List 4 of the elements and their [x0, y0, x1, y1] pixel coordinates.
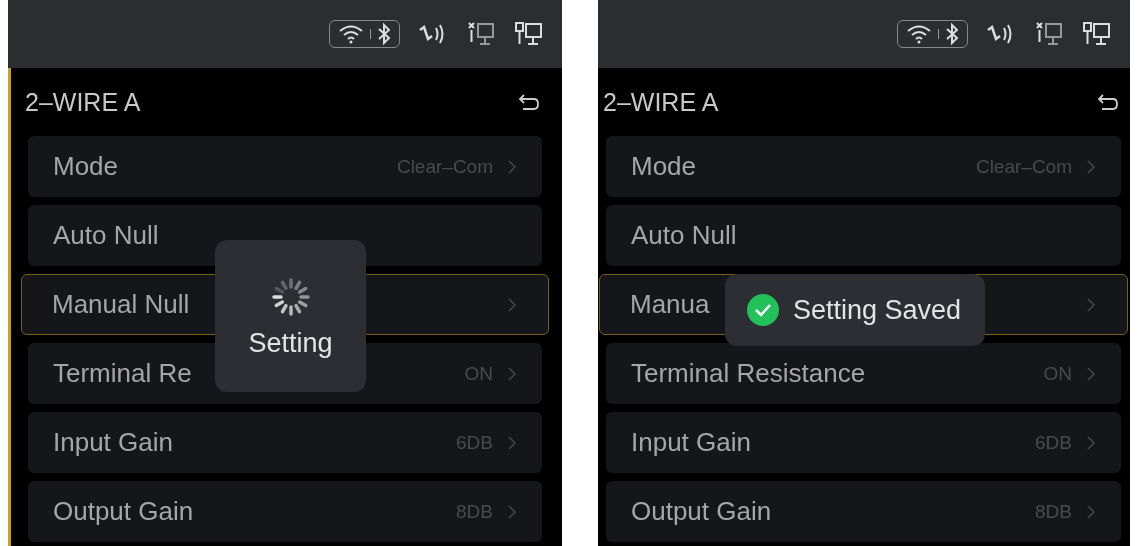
screen-title: 2–WIRE A [25, 87, 141, 117]
toast: Setting Saved [725, 274, 986, 346]
screen-title: 2–WIRE A [603, 87, 719, 117]
toast: Setting [215, 240, 366, 392]
